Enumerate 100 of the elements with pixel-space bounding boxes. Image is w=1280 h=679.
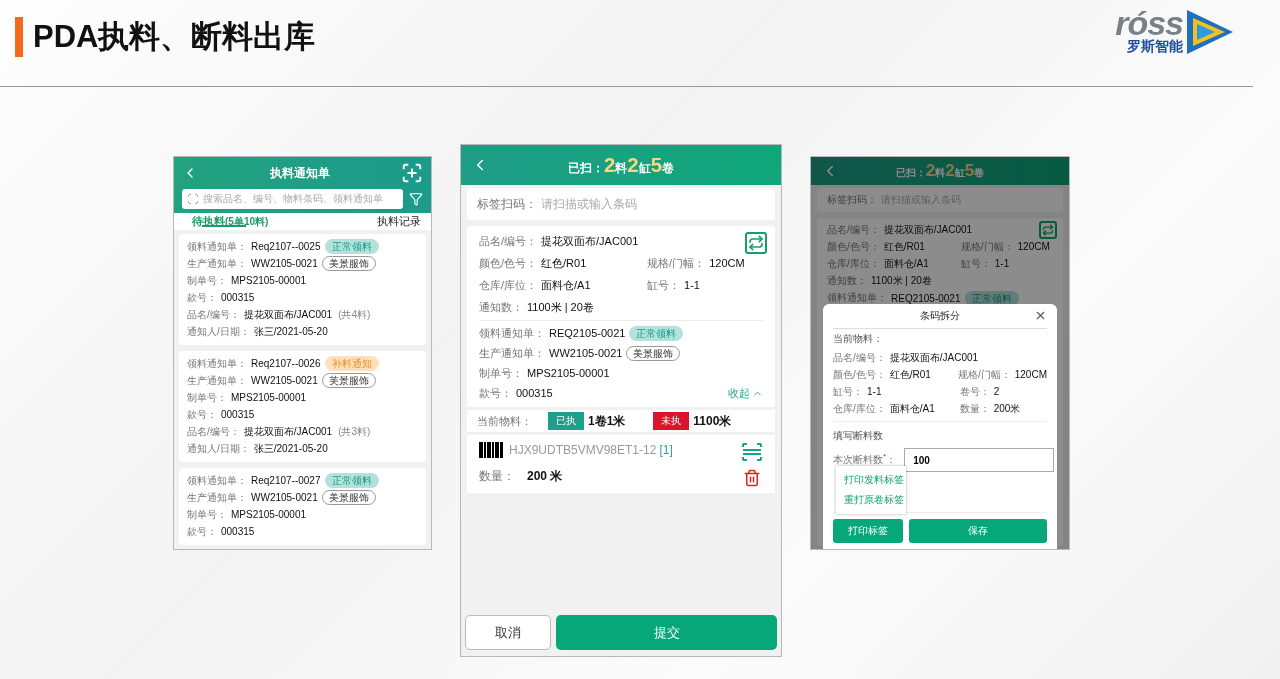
- split-icon[interactable]: [741, 441, 763, 463]
- status-tag: 正常领料: [324, 473, 379, 488]
- tab[interactable]: 执料记录: [377, 213, 421, 230]
- field-label: 仓库/库位：: [827, 256, 880, 271]
- stat-value: 1卷1米: [588, 412, 626, 430]
- field-label: 规格/门幅：: [957, 367, 1011, 382]
- field-value: 张三/2021-05-20: [253, 324, 328, 339]
- field-value: 200 米: [527, 467, 563, 485]
- field-label: 本次断料数$^{*}$：: [833, 452, 897, 468]
- notice-card[interactable]: 领料通知单： Req2107--0027 正常领料 生产通知单： WW2105-0021 美景服饰 制单号： MPS2105-00001 款号： 000315: [179, 468, 426, 545]
- scan-summary-title: 已扫：2料2缸5卷: [567, 153, 675, 177]
- logo-tagline: 罗斯智能: [1127, 38, 1183, 56]
- field-label: 品名/编号：: [187, 307, 240, 322]
- field-label: 领料通知单：: [479, 325, 545, 341]
- barcode-icon: [479, 442, 503, 458]
- field-label: 卷号：: [959, 384, 990, 399]
- field-label: 款号：: [187, 290, 217, 305]
- field-label: 仓库/库位：: [833, 401, 886, 416]
- field-label: 生产通知单：: [187, 256, 247, 271]
- field-label: 规格/门幅：: [960, 239, 1014, 254]
- field-value: MPS2105-00001: [231, 275, 307, 286]
- field-value: 面料仓/A1: [889, 401, 935, 416]
- notice-card[interactable]: 领料通知单： Req2107--0025 正常领料 生产通知单： WW2105-0021 美景服饰 制单号： MPS2105-00001 款号： 000315 品名/编号： 提花双面布/JAC001 (共4料) 通知人/日期： 张三/2021-05-20: [179, 234, 426, 345]
- logo-wordmark: róss: [1115, 8, 1183, 38]
- field-value: 提花双面布/JAC001: [883, 222, 973, 237]
- field-label: 品名/编号：: [827, 222, 880, 237]
- field-value: 1100米 | 20卷: [871, 273, 932, 288]
- search-field[interactable]: 搜索品名、编号、物料条码、领料通知单: [182, 189, 403, 209]
- filter-icon[interactable]: [409, 192, 423, 206]
- field-label: 当前物料：: [477, 413, 532, 429]
- field-value: 红色/R01: [883, 239, 925, 254]
- field-value: Req2107--0025: [251, 241, 321, 252]
- swap-icon[interactable]: [1039, 221, 1057, 239]
- cancel-button[interactable]: 取消: [465, 615, 551, 650]
- field-value: 120CM: [1014, 369, 1047, 380]
- screen-title: 执料通知单: [269, 164, 330, 182]
- field-label: 颜色/色号：: [833, 367, 886, 382]
- customer-tag: 美景服饰: [626, 345, 681, 361]
- field-label: 规格/门幅：: [647, 255, 706, 271]
- barcode-number: HJX9UDTB5VMV98ET1-12: [509, 443, 657, 457]
- collapse-link[interactable]: 收起: [728, 385, 763, 401]
- field-label: 生产通知单：: [187, 490, 247, 505]
- close-icon[interactable]: [1034, 309, 1047, 322]
- field-value: MPS2105-00001: [231, 392, 307, 403]
- field-label: 领料通知单：: [187, 473, 247, 488]
- field-label: 通知数：: [827, 273, 867, 288]
- print-button[interactable]: 打印标签: [833, 519, 903, 543]
- field-value: 红色/R01: [889, 367, 931, 382]
- field-label: 颜色/色号：: [827, 239, 880, 254]
- field-value: 提花双面布/JAC001: [243, 424, 333, 439]
- item-count: (共4料): [338, 307, 371, 322]
- field-value: WW2105-0021: [549, 347, 623, 359]
- scan-add-icon[interactable]: [401, 162, 423, 184]
- menu-item[interactable]: 打印发料标签: [836, 470, 906, 490]
- menu-item[interactable]: 重打原卷标签: [836, 490, 906, 510]
- accent-bar: [15, 17, 23, 57]
- field-label: 颜色/色号：: [479, 255, 538, 271]
- field-label: 制单号：: [187, 273, 227, 288]
- field-value: 提花双面布/JAC001: [889, 350, 979, 365]
- field-value: REQ2105-0021: [891, 292, 961, 304]
- scan-summary-title: 已扫：2料2缸5卷: [894, 161, 986, 181]
- field-label: 品名/编号：: [187, 424, 240, 439]
- notice-card[interactable]: 领料通知单： Req2107--0026 补料通知 生产通知单： WW2105-0021 芙景服饰 制单号： MPS2105-00001 款号： 000315 品名/编号： 提花双面布/JAC001 (共3料) 通知人/日期： 张三/2021-05-20: [179, 351, 426, 462]
- field-value: 000315: [221, 292, 255, 303]
- status-tag: 正常领料: [324, 239, 379, 254]
- field-label: 通知数：: [479, 299, 523, 315]
- field-label: 缸号：: [833, 384, 863, 399]
- field-label: 生产通知单：: [479, 345, 545, 361]
- field-value: 120CM: [709, 257, 745, 269]
- field-value: 000315: [221, 526, 255, 537]
- field-value: WW2105-0021: [251, 492, 318, 503]
- customer-tag: 美景服饰: [321, 490, 376, 505]
- barcode-scan-field[interactable]: 标签扫码： 请扫描或输入条码: [467, 188, 775, 220]
- field-label: 缸号：: [960, 256, 991, 271]
- dialog-title: 条码拆分: [920, 309, 960, 323]
- field-value: 000315: [221, 409, 255, 420]
- field-value: Req2107--0026: [251, 358, 321, 369]
- field-value: 1-1: [994, 258, 1010, 269]
- delete-icon[interactable]: [743, 469, 761, 487]
- scan-icon[interactable]: [187, 193, 199, 205]
- stat-value: 1100米: [693, 412, 732, 430]
- section-title: 当前物料：: [833, 332, 884, 346]
- field-value: 面料仓/A1: [541, 277, 591, 293]
- field-label: 制单号：: [479, 365, 523, 381]
- field-label: 品名/编号：: [479, 233, 538, 249]
- swap-icon[interactable]: [745, 232, 767, 254]
- field-label: 制单号：: [187, 390, 227, 405]
- field-value: 1-1: [684, 279, 700, 291]
- submit-button[interactable]: 提交: [556, 615, 777, 650]
- input-field[interactable]: 100: [904, 448, 1055, 472]
- customer-tag: 美景服饰: [321, 256, 376, 271]
- field-label: 领料通知单：: [187, 356, 247, 371]
- status-badge: 未执: [653, 412, 690, 430]
- field-value: 提花双面布/JAC001: [243, 307, 333, 322]
- field-value: WW2105-0021: [251, 375, 318, 386]
- save-button[interactable]: 保存: [909, 519, 1047, 543]
- field-value: 200米: [993, 401, 1021, 416]
- field-value: REQ2105-0021: [549, 327, 626, 339]
- field-value: MPS2105-00001: [231, 509, 307, 520]
- field-label: 通知人/日期：: [187, 324, 250, 339]
